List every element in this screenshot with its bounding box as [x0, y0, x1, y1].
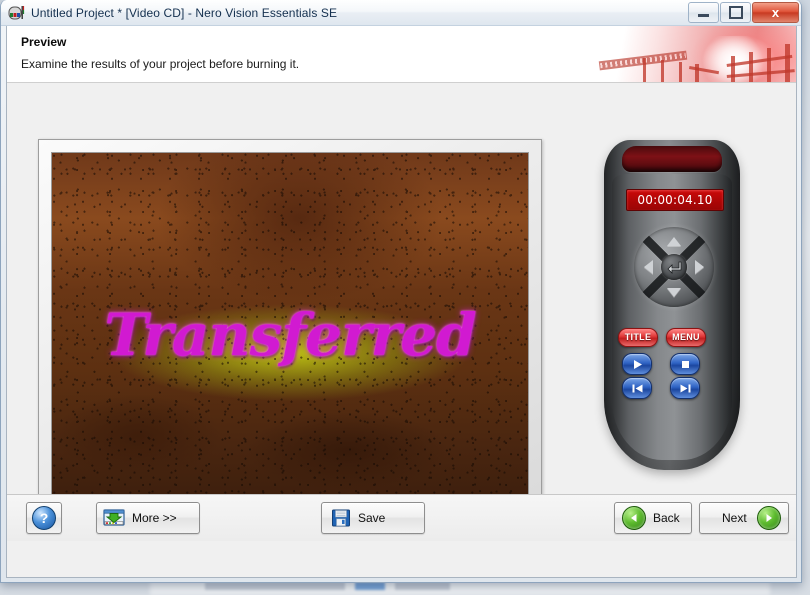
save-button[interactable]: Save [321, 502, 425, 534]
dpad-down-icon[interactable] [667, 288, 681, 297]
banner-beam [767, 48, 771, 82]
banner-beam [661, 60, 664, 82]
remote-next-button[interactable] [670, 377, 700, 399]
banner-beam [679, 62, 682, 82]
help-icon: ? [32, 506, 56, 530]
page-title: Preview [21, 35, 67, 49]
next-track-icon [680, 384, 690, 392]
minimize-button[interactable] [688, 2, 719, 23]
remote-ir-window [622, 146, 722, 172]
preview-caption-text: Transferred [104, 300, 476, 369]
back-arrow-icon [622, 506, 646, 530]
remote-previous-button[interactable] [622, 377, 652, 399]
enter-arrow-icon [666, 261, 681, 274]
next-button[interactable]: Next [699, 502, 789, 534]
preview-screen[interactable]: Transferred [51, 152, 529, 517]
stop-icon [681, 360, 689, 368]
banner-beam [749, 52, 753, 82]
more-button-label: More >> [132, 511, 177, 525]
remote-menu-button[interactable]: MENU [666, 328, 706, 347]
header-banner-artwork [591, 26, 796, 82]
title-bar: Untitled Project * [Video CD] - Nero Vis… [1, 0, 801, 26]
nero-vision-icon [8, 5, 25, 21]
floppy-disk-icon [331, 508, 351, 528]
remote-title-button[interactable]: TITLE [618, 328, 658, 347]
page-header: Preview Examine the results of your proj… [7, 26, 796, 83]
background-taskbar-item [395, 582, 450, 590]
dpad-left-icon[interactable] [644, 260, 653, 274]
back-button[interactable]: Back [614, 502, 692, 534]
remote-play-button[interactable] [622, 353, 652, 375]
banner-beam [785, 44, 790, 82]
window-title: Untitled Project * [Video CD] - Nero Vis… [31, 5, 338, 20]
preview-frame: Transferred [38, 139, 542, 530]
more-window-icon [103, 508, 125, 528]
background-taskbar-item [355, 582, 385, 590]
background-taskbar-item [205, 582, 345, 590]
maximize-button[interactable] [720, 2, 751, 23]
previous-track-icon [632, 384, 642, 392]
time-display: 00:00:04.10 [626, 189, 724, 211]
play-icon [633, 359, 642, 369]
help-button[interactable]: ? [26, 502, 62, 534]
more-button[interactable]: More >> [96, 502, 200, 534]
remote-control: 00:00:04.10 TITLE MENU [604, 140, 740, 470]
next-arrow-icon [756, 506, 781, 530]
banner-beam [643, 58, 646, 82]
client-area: Preview Examine the results of your proj… [6, 26, 797, 578]
close-button[interactable]: x [752, 2, 799, 23]
back-button-label: Back [653, 511, 680, 525]
dpad-enter-button[interactable] [661, 254, 687, 280]
save-button-label: Save [358, 511, 386, 525]
content-body: Transferred 00:00:04.10 TITLE MENU ? Mor… [7, 83, 796, 541]
dpad-right-icon[interactable] [695, 260, 704, 274]
page-subtitle: Examine the results of your project befo… [21, 57, 300, 71]
footer-toolbar: ? More >> Save Back Next [7, 494, 796, 541]
dpad-control[interactable] [634, 227, 714, 307]
next-button-label: Next [722, 511, 747, 525]
remote-stop-button[interactable] [670, 353, 700, 375]
banner-beam [731, 56, 735, 82]
remote-face-panel [612, 174, 732, 460]
dpad-up-icon[interactable] [667, 237, 681, 246]
application-window: Untitled Project * [Video CD] - Nero Vis… [0, 0, 802, 583]
window-controls: x [687, 2, 799, 23]
